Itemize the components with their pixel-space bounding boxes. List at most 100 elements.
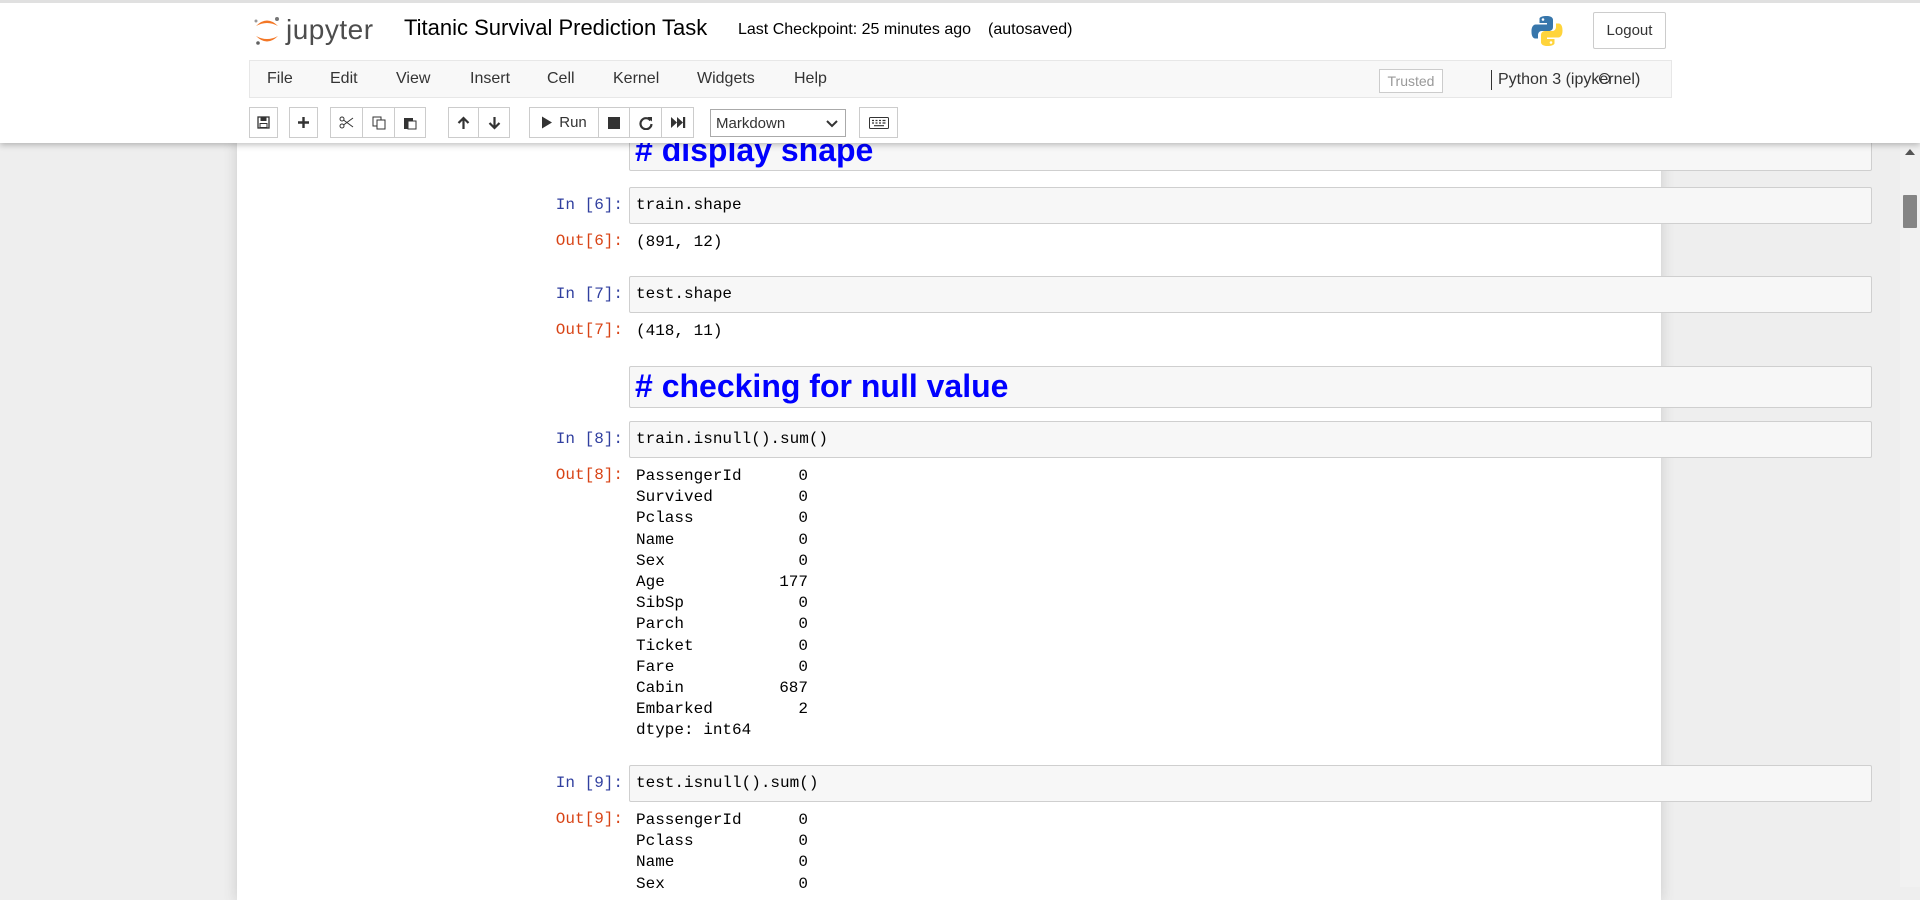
- output-prompt: Out[7]:: [555, 321, 623, 339]
- notebook-container: # display shape In [6]: train.shape Out[…: [237, 130, 1872, 900]
- scissors-icon: [339, 116, 354, 129]
- jupyter-logo-icon: [254, 17, 279, 45]
- arrow-down-icon: [488, 116, 500, 130]
- series-value: 0: [798, 811, 808, 829]
- series-key: Parch: [636, 615, 685, 634]
- series-row: PassengerId 0: [636, 466, 816, 487]
- markdown-heading: # checking for null value: [635, 368, 1009, 404]
- output-series: PassengerId 0 Pclass 0 Name 0 Sex 0: [636, 810, 816, 895]
- code-cell[interactable]: test.isnull().sum(): [629, 765, 1872, 802]
- fast-forward-icon: [670, 117, 685, 128]
- series-row: Survived 0: [636, 487, 816, 508]
- series-value: 2: [798, 700, 808, 719]
- series-dtype: dtype: int64: [636, 721, 752, 740]
- toolbar: Run Markdown: [249, 107, 1672, 139]
- code-input[interactable]: test.isnull().sum(): [636, 774, 818, 792]
- series-value: 0: [798, 874, 808, 893]
- menu-widgets[interactable]: Widgets: [697, 70, 755, 88]
- menu-insert[interactable]: Insert: [470, 70, 510, 88]
- output-series: PassengerId 0 Survived 0 Pclass 0 Name 0 Sex 0 Age…: [636, 466, 816, 741]
- output-prompt: Out[8]:: [555, 466, 623, 484]
- series-value: 0: [798, 488, 808, 507]
- series-row: Pclass 0: [636, 508, 816, 529]
- cut-button[interactable]: [330, 107, 363, 138]
- run-button[interactable]: Run: [529, 107, 599, 138]
- arrow-up-icon: [457, 115, 470, 129]
- series-row: Embarked 2: [636, 699, 816, 720]
- output-text: (891, 12): [636, 233, 723, 251]
- code-cell[interactable]: test.shape: [629, 276, 1872, 313]
- restart-run-all-button[interactable]: [661, 107, 694, 138]
- series-key: Sex: [636, 551, 665, 570]
- series-key: Pclass: [636, 832, 694, 851]
- logout-button[interactable]: Logout: [1593, 12, 1666, 49]
- code-input[interactable]: train.shape: [636, 196, 742, 214]
- menu-kernel[interactable]: Kernel: [613, 70, 659, 88]
- series-value: 0: [798, 530, 808, 549]
- cell-type-select[interactable]: Markdown: [710, 109, 846, 137]
- series-row: Sex 0: [636, 874, 816, 895]
- code-cell[interactable]: train.isnull().sum(): [629, 421, 1872, 458]
- series-row: Name 0: [636, 530, 816, 551]
- copy-icon: [372, 116, 385, 129]
- series-key: Fare: [636, 657, 675, 676]
- plus-icon: [298, 117, 309, 128]
- series-value: 0: [798, 636, 808, 655]
- input-prompt: In [7]:: [555, 285, 623, 303]
- series-value: 0: [798, 467, 808, 485]
- series-row: Pclass 0: [636, 831, 816, 852]
- page-scrollbar[interactable]: [1900, 143, 1920, 887]
- input-prompt: In [8]:: [555, 430, 623, 448]
- move-up-button[interactable]: [448, 107, 479, 138]
- series-row: Sex 0: [636, 551, 816, 572]
- trusted-indicator[interactable]: Trusted: [1379, 69, 1443, 93]
- kernel-idle-icon: [1599, 73, 1610, 84]
- code-input[interactable]: test.shape: [636, 285, 732, 303]
- series-key: PassengerId: [636, 467, 742, 485]
- series-value: 0: [798, 551, 808, 570]
- series-key: Age: [636, 572, 665, 591]
- series-row: Age 177: [636, 572, 816, 593]
- menu-view[interactable]: View: [396, 70, 430, 88]
- series-row: Parch 0: [636, 614, 816, 635]
- copy-button[interactable]: [362, 107, 395, 138]
- series-key: Pclass: [636, 509, 694, 528]
- command-palette-button[interactable]: [859, 107, 898, 138]
- paste-button[interactable]: [394, 107, 426, 138]
- scroll-up-arrow-icon[interactable]: [1905, 149, 1915, 155]
- series-key: Survived: [636, 488, 713, 507]
- series-value: 687: [779, 678, 808, 697]
- insert-cell-button[interactable]: [289, 107, 318, 138]
- series-value: 177: [779, 572, 808, 591]
- move-down-button[interactable]: [478, 107, 510, 138]
- scroll-thumb[interactable]: [1903, 195, 1917, 228]
- series-key: Name: [636, 853, 675, 872]
- save-icon: [257, 116, 270, 129]
- series-key: Embarked: [636, 700, 713, 719]
- series-key: Sex: [636, 874, 665, 893]
- kernel-name: Python 3 (ipykernel): [1491, 70, 1640, 90]
- series-key: Cabin: [636, 678, 685, 697]
- interrupt-button[interactable]: [598, 107, 630, 138]
- output-text: (418, 11): [636, 322, 723, 340]
- series-key: Name: [636, 530, 675, 549]
- jupyter-logo[interactable]: jupyter: [253, 14, 385, 50]
- output-prompt: Out[6]:: [555, 232, 623, 250]
- code-cell[interactable]: train.shape: [629, 187, 1872, 224]
- code-input[interactable]: train.isnull().sum(): [636, 430, 828, 448]
- menu-cell[interactable]: Cell: [547, 70, 575, 88]
- series-key: PassengerId: [636, 811, 742, 829]
- menu-help[interactable]: Help: [794, 70, 827, 88]
- restart-button[interactable]: [629, 107, 662, 138]
- notebook-title[interactable]: Titanic Survival Prediction Task: [404, 15, 707, 41]
- menu-file[interactable]: File: [267, 70, 293, 88]
- play-icon: [542, 116, 553, 129]
- checkpoint-status: Last Checkpoint: 25 minutes ago: [738, 21, 972, 38]
- series-row: SibSp 0: [636, 593, 816, 614]
- menu-edit[interactable]: Edit: [330, 70, 358, 88]
- series-row: PassengerId 0: [636, 810, 816, 831]
- jupyter-wordmark: jupyter: [286, 14, 374, 45]
- series-value: 0: [798, 615, 808, 634]
- markdown-cell[interactable]: # checking for null value: [629, 366, 1872, 408]
- save-button[interactable]: [249, 107, 278, 138]
